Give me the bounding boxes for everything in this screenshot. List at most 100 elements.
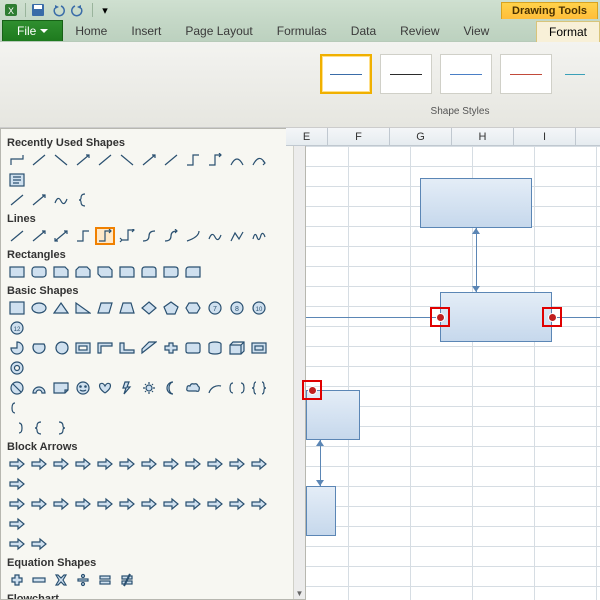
customize-qat-button[interactable]: ▾ — [96, 2, 114, 18]
shape-item[interactable] — [7, 515, 27, 533]
shape-not-equal[interactable] — [117, 571, 137, 589]
shape-style-swatch[interactable] — [560, 54, 590, 94]
shape-elbow-arrow-connector[interactable] — [95, 227, 115, 245]
shape-snip-rect[interactable] — [95, 263, 115, 281]
save-button[interactable] — [29, 2, 47, 18]
undo-button[interactable] — [49, 2, 67, 18]
shape-bevel[interactable] — [249, 339, 269, 357]
shape-curved-double-arrow[interactable] — [183, 227, 203, 245]
worksheet[interactable]: E F G H I — [306, 128, 600, 600]
shape-donut[interactable] — [7, 359, 27, 377]
shape-elbow-double-arrow[interactable] — [117, 227, 137, 245]
shape-style-swatch[interactable] — [320, 54, 372, 94]
shape-oval[interactable] — [29, 299, 49, 317]
shape-l-shape[interactable] — [117, 339, 137, 357]
shape-item[interactable] — [249, 455, 269, 473]
shape-textbox[interactable] — [7, 299, 27, 317]
shape-item[interactable] — [183, 495, 203, 513]
shape-item[interactable] — [7, 535, 27, 553]
shape-cloud[interactable] — [183, 379, 203, 397]
grid-area[interactable] — [306, 146, 600, 600]
shape-left-bracket[interactable] — [7, 399, 27, 417]
col-header[interactable]: E — [286, 128, 328, 145]
shape-line[interactable] — [117, 151, 137, 169]
shape-item[interactable] — [51, 455, 71, 473]
tab-formulas[interactable]: Formulas — [265, 21, 339, 41]
shape-minus[interactable] — [29, 571, 49, 589]
shape-arrow[interactable] — [73, 151, 93, 169]
shape-item[interactable] — [249, 495, 269, 513]
shape-arc[interactable] — [205, 379, 225, 397]
shape-elbow-arrow[interactable] — [205, 151, 225, 169]
tab-page-layout[interactable]: Page Layout — [173, 21, 264, 41]
shape-double-arrow[interactable] — [51, 227, 71, 245]
shape-decagon[interactable]: 10 — [249, 299, 269, 317]
shape-item[interactable] — [7, 495, 27, 513]
col-header[interactable]: F — [328, 128, 390, 145]
shape-style-swatch[interactable] — [440, 54, 492, 94]
shape-left-brace[interactable] — [73, 191, 93, 209]
shape-diamond[interactable] — [139, 299, 159, 317]
shape-rectangle[interactable] — [306, 486, 336, 536]
shape-right-brace[interactable] — [51, 419, 71, 437]
shape-item[interactable] — [183, 455, 203, 473]
shape-curved-arrow[interactable] — [249, 151, 269, 169]
shape-teardrop[interactable] — [51, 339, 71, 357]
shape-can[interactable] — [205, 339, 225, 357]
tab-insert[interactable]: Insert — [119, 21, 173, 41]
shape-pentagon[interactable] — [161, 299, 181, 317]
shape-scribble[interactable] — [249, 227, 269, 245]
tab-data[interactable]: Data — [339, 21, 388, 41]
shape-item[interactable] — [161, 495, 181, 513]
shape-item[interactable] — [205, 455, 225, 473]
shape-hexagon[interactable] — [183, 299, 203, 317]
shape-elbow[interactable] — [73, 227, 93, 245]
shape-triangle[interactable] — [51, 299, 71, 317]
shape-parallelogram[interactable] — [95, 299, 115, 317]
shape-frame[interactable] — [73, 339, 93, 357]
shape-item[interactable] — [227, 455, 247, 473]
shape-half-frame[interactable] — [95, 339, 115, 357]
shape-item[interactable] — [29, 495, 49, 513]
shape-equal[interactable] — [95, 571, 115, 589]
shape-pie[interactable] — [7, 339, 27, 357]
shape-item[interactable] — [95, 495, 115, 513]
shape-line[interactable] — [7, 227, 27, 245]
shape-item[interactable] — [139, 455, 159, 473]
shape-round-rect[interactable] — [117, 263, 137, 281]
file-tab[interactable]: File — [2, 20, 63, 41]
shape-line[interactable] — [29, 151, 49, 169]
shape-cube[interactable] — [227, 339, 247, 357]
shape-item[interactable] — [73, 455, 93, 473]
shape-item[interactable] — [29, 535, 49, 553]
shape-dodecagon[interactable]: 12 — [7, 319, 27, 337]
shape-textbox[interactable] — [7, 171, 27, 189]
shape-item[interactable] — [161, 455, 181, 473]
shape-curved-connector[interactable] — [139, 227, 159, 245]
shape-snip-rect[interactable] — [51, 263, 71, 281]
shape-elbow[interactable] — [183, 151, 203, 169]
shape-double-brace[interactable] — [249, 379, 269, 397]
col-header[interactable]: I — [514, 128, 576, 145]
shape-rounded-rectangle[interactable] — [29, 263, 49, 281]
shape-rectangle[interactable] — [440, 292, 552, 342]
shape-rectangle[interactable] — [7, 263, 27, 281]
col-header[interactable]: H — [452, 128, 514, 145]
tab-format[interactable]: Format — [536, 21, 600, 42]
shape-heart[interactable] — [95, 379, 115, 397]
shape-diagonal-stripe[interactable] — [139, 339, 159, 357]
shape-style-swatch[interactable] — [380, 54, 432, 94]
redo-button[interactable] — [69, 2, 87, 18]
shape-item[interactable] — [7, 475, 27, 493]
shape-moon[interactable] — [161, 379, 181, 397]
shape-item[interactable] — [7, 455, 27, 473]
shape-curved-arrow[interactable] — [161, 227, 181, 245]
tab-review[interactable]: Review — [388, 21, 451, 41]
shape-item[interactable] — [227, 495, 247, 513]
shape-item[interactable] — [51, 495, 71, 513]
shape-divide[interactable] — [73, 571, 93, 589]
panel-scrollbar[interactable]: ▲ ▼ — [293, 129, 305, 599]
shape-double-bracket[interactable] — [227, 379, 247, 397]
shape-smiley[interactable] — [73, 379, 93, 397]
shape-right-triangle[interactable] — [73, 299, 93, 317]
